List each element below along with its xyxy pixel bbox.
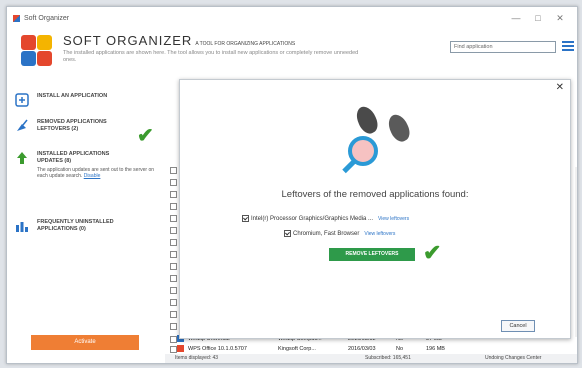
minimize-button[interactable]: — [505, 13, 527, 23]
leftovers-dialog: ✕ Leftovers of the removed applications … [179, 79, 571, 339]
leftover-app-name: Intel(r) Processor Graphics/Graphics Med… [251, 215, 374, 222]
window-title: Soft Organizer [24, 14, 70, 22]
row-checkbox[interactable] [170, 323, 177, 330]
row-checkbox[interactable] [170, 287, 177, 294]
view-leftovers-link[interactable]: View leftovers [364, 231, 395, 237]
row-checkbox[interactable] [170, 239, 177, 246]
header-subtitle: The installed applications are shown her… [63, 50, 359, 63]
leftover-item[interactable]: Chromium, Fast Browser View leftovers [284, 230, 395, 237]
view-leftovers-link[interactable]: View leftovers [378, 216, 409, 222]
leftover-item[interactable]: Intel(r) Processor Graphics/Graphics Med… [242, 215, 409, 222]
table-row[interactable]: WPS Office 10.1.0.5707 Kingsoft Corp... … [177, 345, 466, 352]
row-checkbox[interactable] [170, 203, 177, 210]
sidebar-item-count: UPDATES (8) [37, 158, 72, 164]
search-input[interactable]: Find application [450, 41, 556, 53]
leftover-app-name: Chromium, Fast Browser [293, 230, 360, 237]
sidebar-item-label: INSTALL AN APPLICATION [37, 93, 108, 99]
checkmark-icon: ✔ [423, 240, 442, 265]
activate-button[interactable]: Activate [31, 335, 139, 350]
title-bar: Soft Organizer — □ ✕ [7, 7, 577, 29]
app-icon [13, 14, 20, 22]
updates-description: The application updates are sent out to … [37, 167, 155, 179]
row-checkbox[interactable] [170, 251, 177, 258]
cancel-button[interactable]: Cancel [501, 320, 535, 332]
leftover-checkbox[interactable] [284, 230, 291, 237]
install-icon [15, 93, 29, 107]
sidebar-item-frequent[interactable]: FREQUENTLY UNINSTALLED APPLICATIONS (0) [7, 219, 173, 233]
disable-link[interactable]: Disable [84, 173, 101, 179]
update-arrow-icon [17, 152, 27, 164]
app-publisher: Kingsoft Corp... [278, 345, 316, 352]
row-checkbox[interactable] [170, 215, 177, 222]
row-checkbox[interactable] [170, 299, 177, 306]
sidebar-item-label: INSTALLED APPLICATIONS [37, 151, 110, 157]
puzzle-logo-icon [21, 35, 53, 67]
row-checkbox[interactable] [170, 346, 177, 353]
remove-leftovers-button[interactable]: REMOVE LEFTOVERS [329, 248, 415, 261]
tracking-link[interactable]: Undoing Changes Center [485, 355, 541, 361]
status-bar: Items displayed: 43 Subscribed: 165,451 … [165, 354, 577, 363]
bar-chart-icon [16, 222, 28, 232]
sidebar-item-label: REMOVED APPLICATIONS [37, 119, 107, 125]
close-icon[interactable]: ✕ [556, 82, 564, 93]
checkmark-icon: ✔ [137, 125, 154, 147]
app-col4: No [396, 345, 404, 352]
row-checkbox[interactable] [170, 179, 177, 186]
row-checkbox[interactable] [170, 311, 177, 318]
list-scrollbar[interactable] [575, 167, 577, 337]
sidebar-item-install[interactable]: INSTALL AN APPLICATION [7, 93, 173, 107]
subscribed-count: Subscribed: 165,451 [365, 355, 411, 361]
app-date: 2016/03/03 [348, 345, 376, 352]
app-window: Soft Organizer — □ ✕ SOFT ORGANIZER A TOO… [6, 6, 578, 364]
items-displayed: Items displayed: 43 [175, 355, 219, 361]
brand-title: SOFT ORGANIZER A TOOL FOR ORGANIZING APPL… [63, 33, 296, 48]
footprints-magnifier-icon [340, 102, 430, 182]
wps-app-icon [177, 345, 184, 352]
row-checkbox[interactable] [170, 336, 177, 343]
row-checkbox[interactable] [170, 191, 177, 198]
sidebar-item-updates[interactable]: INSTALLED APPLICATIONS UPDATES (8) The a… [7, 151, 173, 179]
maximize-button[interactable]: □ [527, 13, 549, 23]
brand-tagline: A TOOL FOR ORGANIZING APPLICATIONS [195, 41, 296, 47]
sidebar: INSTALL AN APPLICATION REMOVED APPLICATI… [7, 85, 165, 363]
sidebar-item-count: LEFTOVERS (2) [37, 126, 79, 132]
row-checkbox[interactable] [170, 263, 177, 270]
row-checkbox[interactable] [170, 275, 177, 282]
sidebar-item-count: APPLICATIONS (0) [37, 226, 86, 232]
app-header: SOFT ORGANIZER A TOOL FOR ORGANIZING APPL… [7, 29, 577, 83]
row-checkbox[interactable] [170, 227, 177, 234]
leftover-checkbox[interactable] [242, 215, 249, 222]
sidebar-item-label: FREQUENTLY UNINSTALLED [37, 219, 114, 225]
dialog-heading: Leftovers of the removed applications fo… [281, 189, 469, 200]
broom-icon [17, 119, 28, 131]
hamburger-menu-icon[interactable] [562, 41, 574, 51]
row-checkbox[interactable] [170, 167, 177, 174]
close-window-button[interactable]: ✕ [549, 13, 571, 24]
app-name: WPS Office 10.1.0.5707 [188, 345, 247, 352]
app-size: 196 MB [426, 345, 445, 352]
